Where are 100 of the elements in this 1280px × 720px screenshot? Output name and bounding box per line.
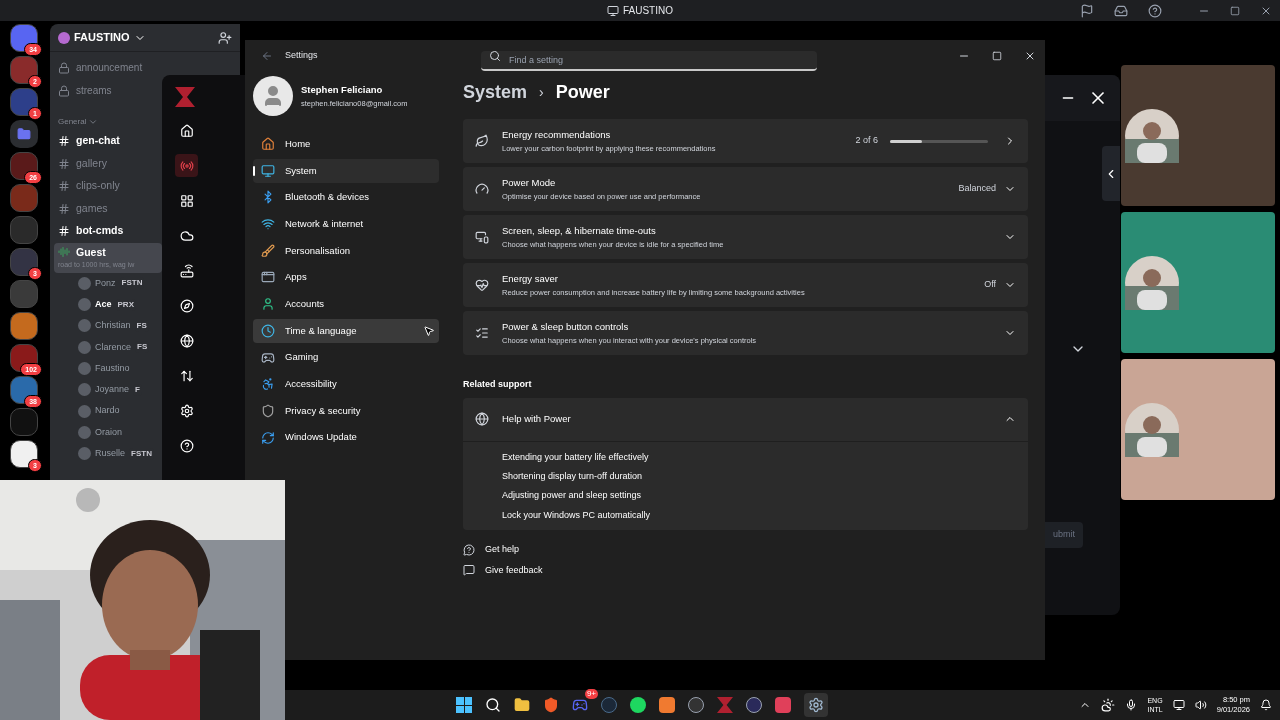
breadcrumb-parent[interactable]: System (463, 78, 528, 106)
channel-item[interactable]: gen-chat (58, 130, 162, 153)
app-icon[interactable] (746, 697, 762, 713)
help-link[interactable]: Lock your Windows PC automatically (502, 507, 651, 523)
shield-icon[interactable] (543, 697, 559, 713)
bell-icon[interactable] (1260, 699, 1272, 711)
folder-icon[interactable] (514, 697, 530, 713)
maximize-icon[interactable] (992, 51, 1002, 61)
footer-link[interactable]: Get help (485, 543, 520, 557)
logo-icon (175, 87, 195, 107)
help-icon (463, 543, 475, 556)
avatar (253, 76, 293, 116)
app-icon[interactable] (601, 697, 617, 713)
card-title: Energy saver (502, 272, 559, 287)
network-icon[interactable] (1172, 699, 1185, 711)
maximize-icon[interactable] (1230, 5, 1240, 16)
inbox-icon[interactable] (1114, 3, 1128, 18)
nav-item[interactable]: Network & internet (253, 212, 439, 237)
leaf-icon (475, 134, 489, 148)
help-link[interactable]: Shortening display turn-off duration (502, 468, 642, 484)
screen-icon (475, 230, 489, 244)
card-title: Power Mode (502, 176, 557, 191)
member-name[interactable]: Joyanne (95, 383, 130, 397)
windows-icon[interactable] (456, 697, 472, 713)
member-name[interactable]: Nardo (95, 404, 120, 418)
hash-icon (58, 202, 70, 215)
back-icon[interactable] (261, 50, 273, 62)
taskbar-button[interactable] (804, 693, 828, 717)
clock-icon (261, 323, 275, 338)
nav-item[interactable]: Apps (253, 265, 439, 290)
microphone-icon[interactable] (1125, 699, 1138, 711)
profile-card[interactable] (1121, 65, 1275, 206)
section-heading: Related support (463, 378, 533, 391)
member-name[interactable]: Ruselle (95, 447, 125, 461)
hash-icon (58, 135, 70, 148)
channel-item[interactable]: bot-cmds (58, 220, 162, 243)
server-folder[interactable] (10, 120, 38, 148)
nav-item[interactable]: Bluetooth & devices (253, 185, 439, 210)
help-icon[interactable] (1148, 3, 1162, 18)
channel-item[interactable]: announcement (58, 56, 162, 79)
gamepad-icon[interactable] (572, 697, 588, 713)
nav-item[interactable]: Home (253, 132, 439, 156)
music-app-icon[interactable] (630, 697, 646, 713)
server-name[interactable]: FAUSTINO (74, 29, 130, 46)
folder-icon (17, 127, 31, 141)
compass-icon (179, 298, 194, 313)
user-name: Stephen Feliciano (301, 83, 384, 98)
selection-indicator (253, 165, 255, 176)
member-name[interactable]: Faustino (95, 361, 130, 376)
transfer-icon (179, 368, 194, 383)
add-user-icon[interactable] (218, 30, 232, 45)
nav-item[interactable]: Accessibility (253, 372, 439, 397)
hash-icon (58, 157, 70, 170)
feedback-icon (463, 564, 475, 577)
breadcrumb-separator: › (539, 82, 544, 102)
apps-icon (261, 270, 275, 285)
list-icon (475, 326, 489, 340)
channel-item[interactable]: streams (58, 79, 162, 102)
flag-icon[interactable] (1080, 3, 1094, 18)
channel-item[interactable]: gallery (58, 152, 162, 175)
help-link[interactable]: Extending your battery life effectively (502, 449, 649, 464)
help-link[interactable]: Adjusting power and sleep settings (502, 488, 642, 503)
nav-item[interactable]: Time & language (253, 318, 439, 343)
nav-item[interactable]: Privacy & security (253, 398, 439, 423)
heart-icon (475, 278, 489, 292)
app-icon[interactable] (659, 697, 675, 713)
volume-icon[interactable] (1194, 699, 1207, 711)
footer-link[interactable]: Give feedback (485, 563, 543, 578)
app-title: Settings (285, 49, 318, 63)
nav-item[interactable]: Accounts (253, 292, 439, 317)
home-icon (261, 137, 275, 151)
expander-header[interactable]: Help with Power (463, 397, 1028, 442)
cloud-icon[interactable] (1101, 698, 1116, 712)
nav-item[interactable]: System (253, 158, 439, 183)
nav-item[interactable]: Personalisation (253, 238, 439, 263)
member-name[interactable]: Clarence (95, 340, 132, 355)
hash-icon (58, 180, 70, 193)
nav-item[interactable]: Gaming (253, 345, 439, 370)
avatar (78, 298, 91, 312)
search-icon[interactable] (485, 697, 501, 713)
lock-icon (58, 84, 70, 97)
member-name[interactable]: Ponz (95, 276, 116, 291)
member-name[interactable]: Oraion (95, 425, 122, 440)
globe-icon (179, 333, 194, 348)
nav-item[interactable]: Windows Update (253, 425, 439, 450)
app-icon[interactable] (775, 697, 791, 713)
broadcast-icon (179, 158, 194, 173)
close-icon[interactable] (1024, 50, 1036, 62)
gamepad-icon (261, 350, 275, 365)
channel-item[interactable]: games (58, 197, 162, 220)
window-title: FAUSTINO (623, 4, 673, 18)
app-icon[interactable] (688, 697, 704, 713)
card-title: Screen, sleep, & hibernate time-outs (502, 224, 657, 239)
search-field[interactable]: Find a setting (481, 51, 817, 71)
member-name[interactable]: Ace (95, 297, 112, 312)
dropdown-value: Off (984, 278, 996, 292)
category-label[interactable]: General (58, 116, 87, 128)
member-name[interactable]: Christian (95, 319, 131, 333)
channel-item[interactable]: clips-only (58, 175, 162, 198)
avatar (78, 447, 91, 461)
